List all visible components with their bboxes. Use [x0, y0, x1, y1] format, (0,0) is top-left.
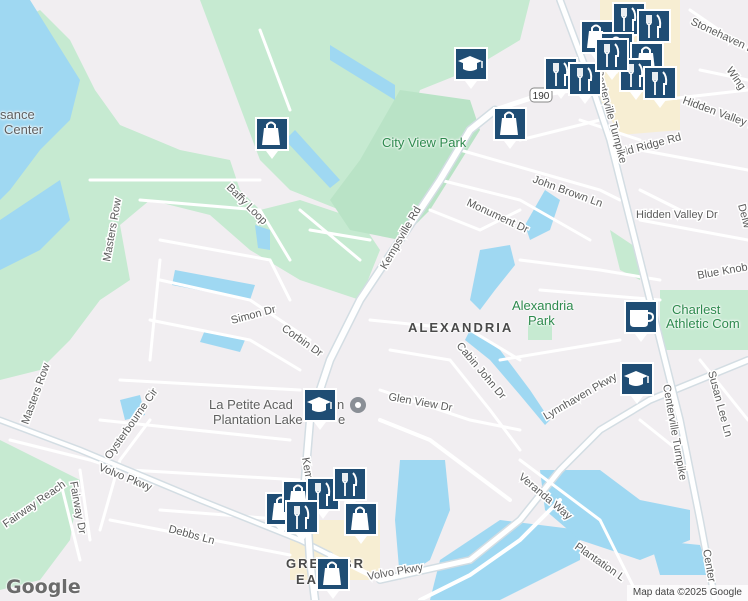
road-label-delw: Delw: [735, 203, 748, 230]
road-label-susan-lee-ln: Susan Lee Ln: [705, 370, 734, 439]
marker-restaurant-ne-6[interactable]: [641, 64, 679, 110]
road-label-monument-dr: Monument Dr: [465, 197, 531, 236]
road-label-debbs-ln: Debbs Ln: [167, 523, 216, 547]
road-label-blue-knob: Blue Knob: [696, 261, 748, 282]
road-label-simon-dr: Simon Dr: [230, 303, 278, 327]
poi-label-la-petite-2: Plantation Lake: [213, 412, 303, 427]
marker-school-east[interactable]: [618, 360, 656, 406]
water-creek-east: [465, 330, 550, 425]
marker-shopping-sw-4[interactable]: [314, 555, 352, 601]
park-label-city-view: City View Park: [382, 135, 467, 150]
park-label-alexandria-1: Alexandria: [512, 298, 574, 313]
area-label-alexandria: ALEXANDRIA: [408, 320, 514, 335]
park-label-charleston-1: Charlest: [672, 302, 721, 317]
water-pond-5: [525, 190, 560, 240]
marker-restaurant-ne-7[interactable]: [593, 36, 631, 82]
poi-label-renaissance-1: sance: [0, 107, 35, 122]
poi-label-la-petite-1: La Petite Acad: [209, 397, 293, 412]
road-label-hidden-valley-dr: Hidden Valley Dr: [636, 209, 718, 221]
road-label-glen-view-dr: Glen View Dr: [387, 391, 453, 414]
marker-shopping-kempsville[interactable]: [491, 105, 529, 151]
map-attribution[interactable]: Map data ©2025 Google: [626, 585, 748, 601]
water-pond-4: [470, 245, 515, 310]
place-marker-icon[interactable]: [350, 397, 366, 413]
park-label-charleston-2: Athletic Com: [666, 316, 740, 331]
road-label-stonehaven-dr: Stonehaven Dr: [689, 16, 748, 58]
marker-shopping-baffy[interactable]: [253, 115, 291, 161]
park-label-alexandria-2: Park: [528, 313, 555, 328]
poi-label-renaissance-2: Center: [4, 122, 44, 137]
marker-school-center[interactable]: [301, 386, 339, 432]
road-label-wing: Wing: [724, 65, 748, 92]
road-label-hidden-valley-rd: Hidden Valley Rd: [681, 95, 748, 135]
road-label-corbin-dr: Corbin Dr: [279, 323, 325, 360]
road-label-lynnhaven-pkwy: Lynnhaven Pkwy: [542, 371, 620, 423]
marker-school-north[interactable]: [452, 45, 490, 91]
marker-shopping-sw-3[interactable]: [342, 500, 380, 546]
google-logo[interactable]: Google: [6, 576, 81, 598]
poi-label-la-petite-2b: e: [338, 412, 346, 427]
marker-restaurant-sw-3[interactable]: [283, 498, 321, 544]
marker-cafe-east[interactable]: [622, 298, 660, 344]
